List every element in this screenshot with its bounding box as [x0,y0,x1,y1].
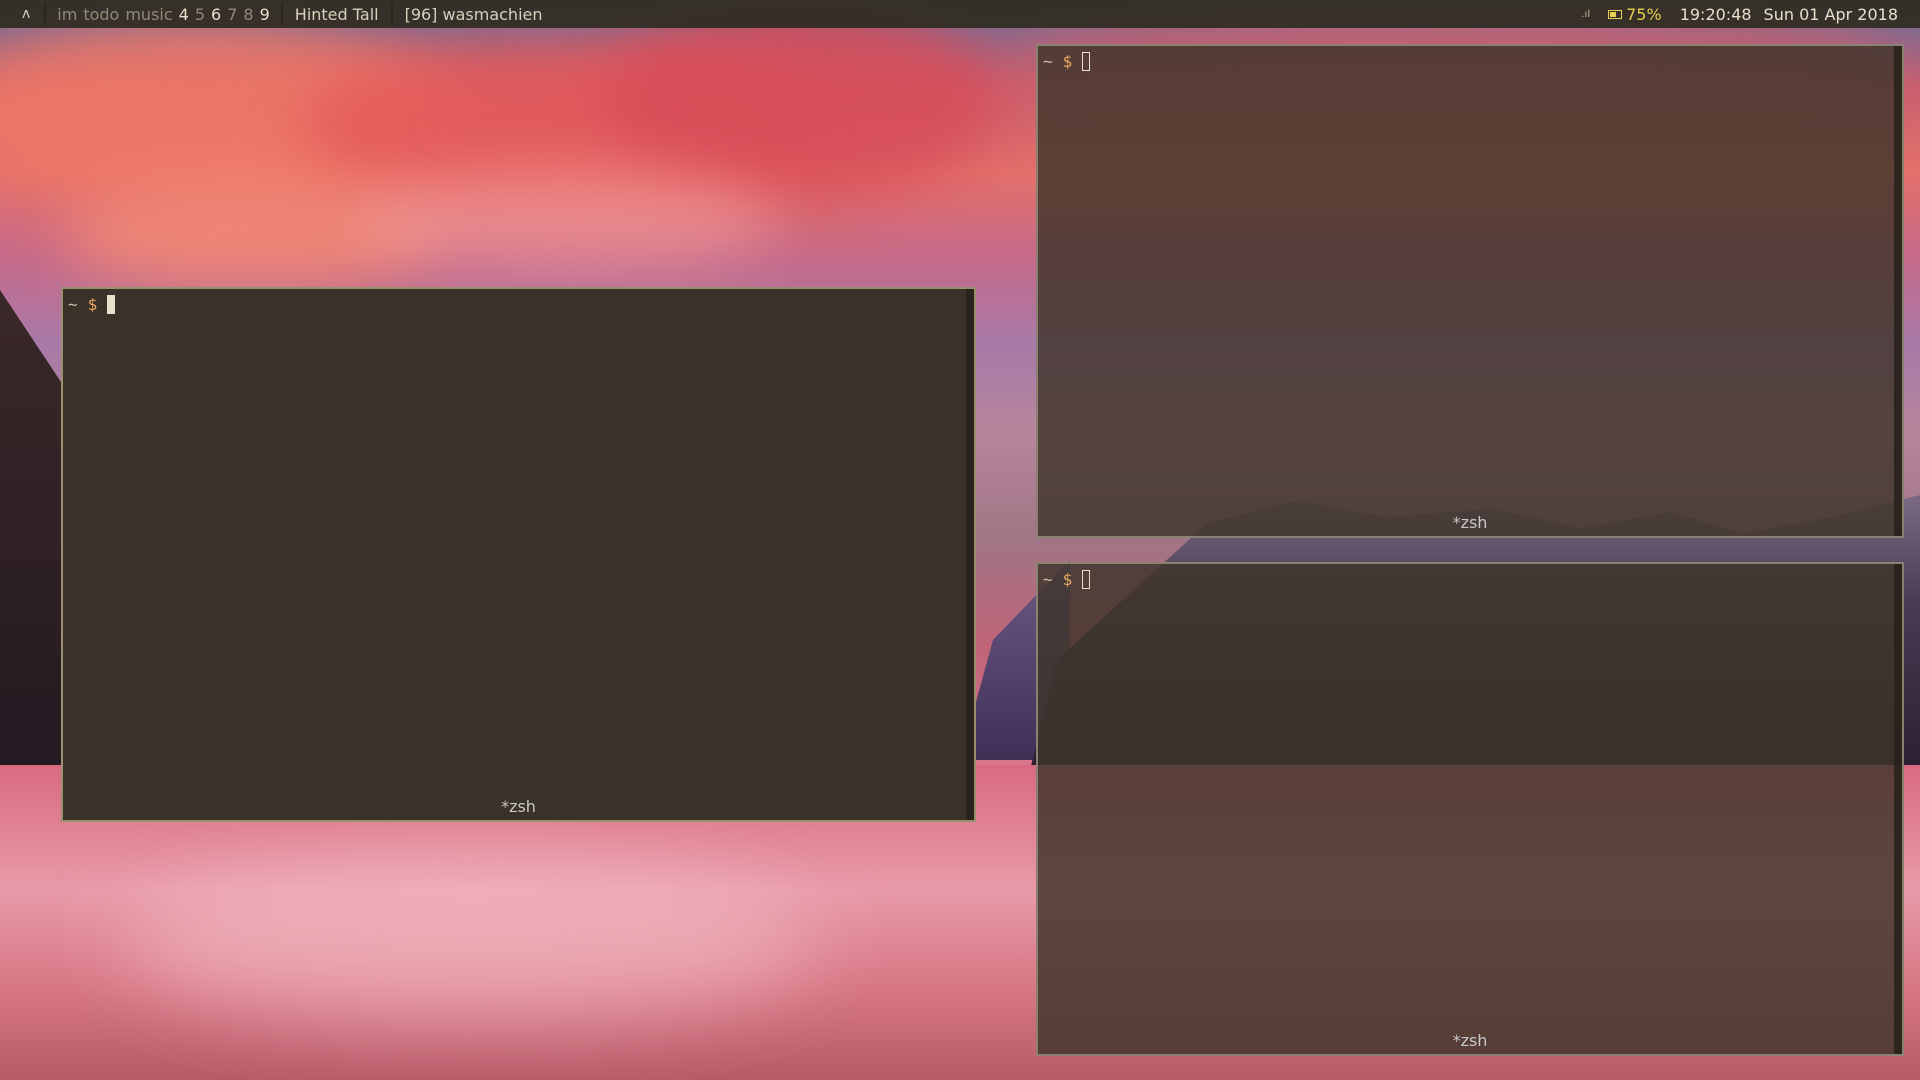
scrollbar[interactable] [1894,564,1902,1054]
layout-indicator[interactable]: Hinted Tall [291,5,383,24]
shell-prompt: ~ $ [68,295,116,314]
scrollbar[interactable] [966,289,974,820]
window-title: [96] wasmachien [404,4,543,24]
bar-separator [44,3,47,25]
bar-separator [280,3,283,25]
terminal-window-bottom[interactable]: ~ $ *zsh [1036,562,1904,1056]
workspace-im[interactable]: im [54,5,80,24]
shell-prompt: ~ $ [1043,570,1091,589]
wallpaper-cloud [360,170,780,270]
prompt-directory: ~ [1043,570,1053,589]
clock-time: 19:20:48 [1679,4,1752,24]
wallpaper-cloud [600,0,1000,200]
battery-indicator: 75% [1608,5,1662,24]
terminal-tab-label[interactable]: *zsh [1038,513,1902,532]
prompt-directory: ~ [68,295,78,314]
workspace-todo[interactable]: todo [80,5,122,24]
prompt-directory: ~ [1043,52,1053,71]
status-bar: ʌ im todo music 4 5 6 7 8 9 Hinted Tall [96] was… [0,0,1920,28]
wallpaper-mountain [0,290,70,770]
workspace-7[interactable]: 7 [224,5,240,24]
workspace-list: im todo music 4 5 6 7 8 9 [54,5,272,24]
status-tray: .ıl 75% 19:20:48 Sun 01 Apr 2018 [1581,5,1920,24]
text-cursor [1082,52,1091,71]
battery-icon [1608,9,1623,19]
workspace-music[interactable]: music [122,5,175,24]
shell-prompt: ~ $ [1043,52,1091,71]
terminal-tab-label[interactable]: *zsh [63,797,974,816]
clock-date: Sun 01 Apr 2018 [1763,4,1898,24]
text-cursor [1082,570,1091,589]
workspace-6[interactable]: 6 [208,5,224,24]
scrollbar[interactable] [1894,46,1902,536]
terminal-tab-label[interactable]: *zsh [1038,1031,1902,1050]
terminal-window-top[interactable]: ~ $ *zsh [1036,44,1904,538]
battery-percent: 75% [1626,4,1662,24]
prompt-symbol: $ [1062,570,1073,589]
prompt-symbol: $ [1062,52,1073,71]
desktop: ʌ im todo music 4 5 6 7 8 9 Hinted Tall [96] was… [0,0,1920,1080]
wallpaper-reflection [120,860,820,1020]
terminal-window-main[interactable]: ~ $ *zsh [61,287,976,822]
workspace-8[interactable]: 8 [240,5,256,24]
prompt-symbol: $ [87,295,98,314]
arch-launcher-icon[interactable]: ʌ [16,6,36,22]
signal-icon: .ıl [1581,8,1591,20]
workspace-9[interactable]: 9 [257,5,273,24]
workspace-4[interactable]: 4 [176,5,192,24]
bar-separator [390,3,393,25]
workspace-5[interactable]: 5 [192,5,208,24]
text-cursor [107,295,116,314]
